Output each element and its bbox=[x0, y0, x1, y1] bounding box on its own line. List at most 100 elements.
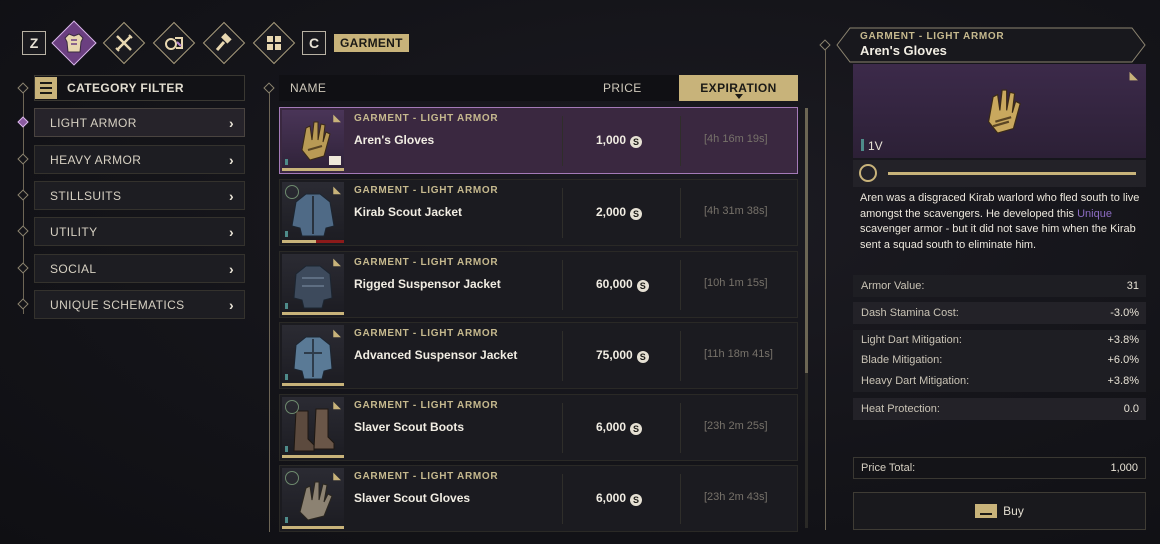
item-thumbnail: ◣ bbox=[282, 397, 344, 458]
listing-row[interactable]: ◣ GARMENT - LIGHT ARMOR Kirab Scout Jack… bbox=[279, 179, 798, 246]
owner-marker-icon: ◣ bbox=[333, 471, 341, 482]
mail-icon bbox=[329, 156, 341, 165]
badge-icon bbox=[285, 471, 299, 485]
item-price: 1,000 S bbox=[596, 133, 643, 148]
filter-label: UTILITY bbox=[50, 224, 98, 239]
chevron-right-icon: › bbox=[228, 260, 234, 277]
durability-bar bbox=[282, 240, 344, 243]
filter-unique-schematics[interactable]: UNIQUE SCHEMATICS › bbox=[34, 290, 245, 319]
rail-ornament bbox=[263, 82, 275, 94]
column-header-name[interactable]: NAME bbox=[290, 81, 326, 95]
sort-down-icon bbox=[735, 94, 743, 99]
menu-icon bbox=[35, 77, 57, 99]
listing-row[interactable]: ◣ GARMENT - LIGHT ARMOR Advanced Suspens… bbox=[279, 322, 798, 389]
item-expiration: [23h 2m 43s] bbox=[704, 491, 768, 503]
item-thumbnail: ◣ bbox=[282, 325, 344, 386]
owner-marker-icon: ◣ bbox=[333, 113, 341, 124]
column-divider bbox=[680, 188, 681, 238]
filter-label: SOCIAL bbox=[50, 261, 97, 276]
item-name: Advanced Suspensor Jacket bbox=[354, 348, 518, 362]
item-tier: 1V bbox=[861, 139, 883, 153]
next-category-key[interactable]: C bbox=[302, 31, 326, 55]
listing-row[interactable]: ◣ GARMENT - LIGHT ARMOR Rigged Suspensor… bbox=[279, 251, 798, 318]
column-divider bbox=[680, 403, 681, 453]
item-name: Slaver Scout Gloves bbox=[354, 491, 471, 505]
column-header-price[interactable]: PRICE bbox=[603, 81, 642, 95]
mitigation-group: Light Dart Mitigation: +3.8% Blade Mitiga… bbox=[853, 330, 1146, 392]
repair-gear-icon bbox=[859, 164, 877, 182]
list-rail bbox=[269, 92, 270, 532]
column-divider bbox=[562, 116, 563, 166]
item-thumbnail: ◣ bbox=[282, 110, 344, 171]
filter-stillsuits[interactable]: STILLSUITS › bbox=[34, 181, 245, 210]
tab-vehicles[interactable] bbox=[152, 21, 196, 65]
price-total: Price Total: 1,000 bbox=[853, 457, 1146, 479]
list-header: NAME PRICE EXPIRATION bbox=[279, 75, 798, 101]
filter-utility[interactable]: UTILITY › bbox=[34, 217, 245, 246]
list-scrollbar-thumb[interactable] bbox=[805, 108, 808, 373]
prev-category-key[interactable]: Z bbox=[22, 31, 46, 55]
item-category: GARMENT - LIGHT ARMOR bbox=[354, 328, 499, 339]
durability-row bbox=[853, 160, 1146, 187]
solari-coin-icon: S bbox=[630, 423, 643, 435]
item-price: 6,000 S bbox=[596, 420, 643, 435]
durability-bar bbox=[282, 526, 344, 529]
column-divider bbox=[680, 474, 681, 524]
item-expiration: [4h 16m 19s] bbox=[704, 133, 768, 145]
category-filter-header: CATEGORY FILTER bbox=[34, 75, 245, 101]
detail-item-name: Aren's Gloves bbox=[860, 43, 947, 58]
tab-misc[interactable] bbox=[252, 21, 296, 65]
buy-label: Buy bbox=[1003, 504, 1024, 518]
column-header-expiration[interactable]: EXPIRATION bbox=[679, 75, 798, 101]
item-name: Slaver Scout Boots bbox=[354, 420, 465, 434]
current-category-label: GARMENT bbox=[334, 34, 409, 52]
item-category: GARMENT - LIGHT ARMOR bbox=[354, 113, 499, 124]
filter-heavy-armor[interactable]: HEAVY ARMOR › bbox=[34, 145, 245, 174]
filter-social[interactable]: SOCIAL › bbox=[34, 254, 245, 283]
detail-header: GARMENT - LIGHT ARMOR Aren's Gloves bbox=[836, 27, 1146, 63]
chevron-right-icon: › bbox=[228, 223, 234, 240]
badge-icon bbox=[285, 185, 299, 199]
column-divider bbox=[680, 331, 681, 381]
listing-row[interactable]: ◣ GARMENT - LIGHT ARMOR Slaver Scout Glo… bbox=[279, 465, 798, 532]
durability-bar bbox=[282, 312, 344, 315]
durability-bar bbox=[888, 172, 1136, 175]
owner-marker-icon: ◣ bbox=[333, 400, 341, 411]
chevron-right-icon: › bbox=[228, 296, 234, 313]
column-divider bbox=[562, 403, 563, 453]
tab-tools[interactable] bbox=[202, 21, 246, 65]
filter-marker bbox=[17, 262, 29, 274]
stat-row: Heat Protection: 0.0 bbox=[853, 398, 1146, 420]
armor-icon bbox=[64, 33, 84, 53]
owner-marker-icon: ◣ bbox=[333, 328, 341, 339]
chevron-right-icon: › bbox=[228, 114, 234, 131]
detail-rail bbox=[825, 50, 826, 530]
item-thumbnail: ◣ bbox=[282, 468, 344, 529]
tier-marker bbox=[285, 231, 288, 237]
item-price: 75,000 S bbox=[596, 348, 649, 363]
filter-light-armor[interactable]: LIGHT ARMOR › bbox=[34, 108, 245, 137]
durability-bar bbox=[282, 455, 344, 458]
item-description: Aren was a disgraced Kirab warlord who f… bbox=[860, 192, 1140, 251]
item-category: GARMENT - LIGHT ARMOR bbox=[354, 185, 499, 196]
solari-coin-icon: S bbox=[636, 280, 649, 292]
filter-marker bbox=[17, 153, 29, 165]
column-divider bbox=[562, 260, 563, 310]
detail-item-image: ◣ 1V bbox=[853, 64, 1146, 158]
spacebar-key-icon bbox=[975, 504, 998, 518]
filter-marker bbox=[17, 225, 29, 237]
tab-weapons[interactable] bbox=[102, 21, 146, 65]
detail-category: GARMENT - LIGHT ARMOR bbox=[860, 31, 1005, 42]
item-expiration: [23h 2m 25s] bbox=[704, 420, 768, 432]
listing-row[interactable]: ◣ GARMENT - LIGHT ARMOR Aren's Gloves 1,… bbox=[279, 107, 798, 174]
buy-button[interactable]: Buy bbox=[853, 492, 1146, 530]
rail-ornament bbox=[819, 39, 831, 51]
item-category: GARMENT - LIGHT ARMOR bbox=[354, 400, 499, 411]
filter-label: UNIQUE SCHEMATICS bbox=[50, 297, 185, 312]
tab-armor[interactable] bbox=[51, 20, 97, 66]
column-divider bbox=[562, 474, 563, 524]
listing-row[interactable]: ◣ GARMENT - LIGHT ARMOR Slaver Scout Boo… bbox=[279, 394, 798, 461]
column-divider bbox=[562, 188, 563, 238]
item-name: Aren's Gloves bbox=[354, 133, 435, 147]
item-price: 6,000 S bbox=[596, 491, 643, 506]
